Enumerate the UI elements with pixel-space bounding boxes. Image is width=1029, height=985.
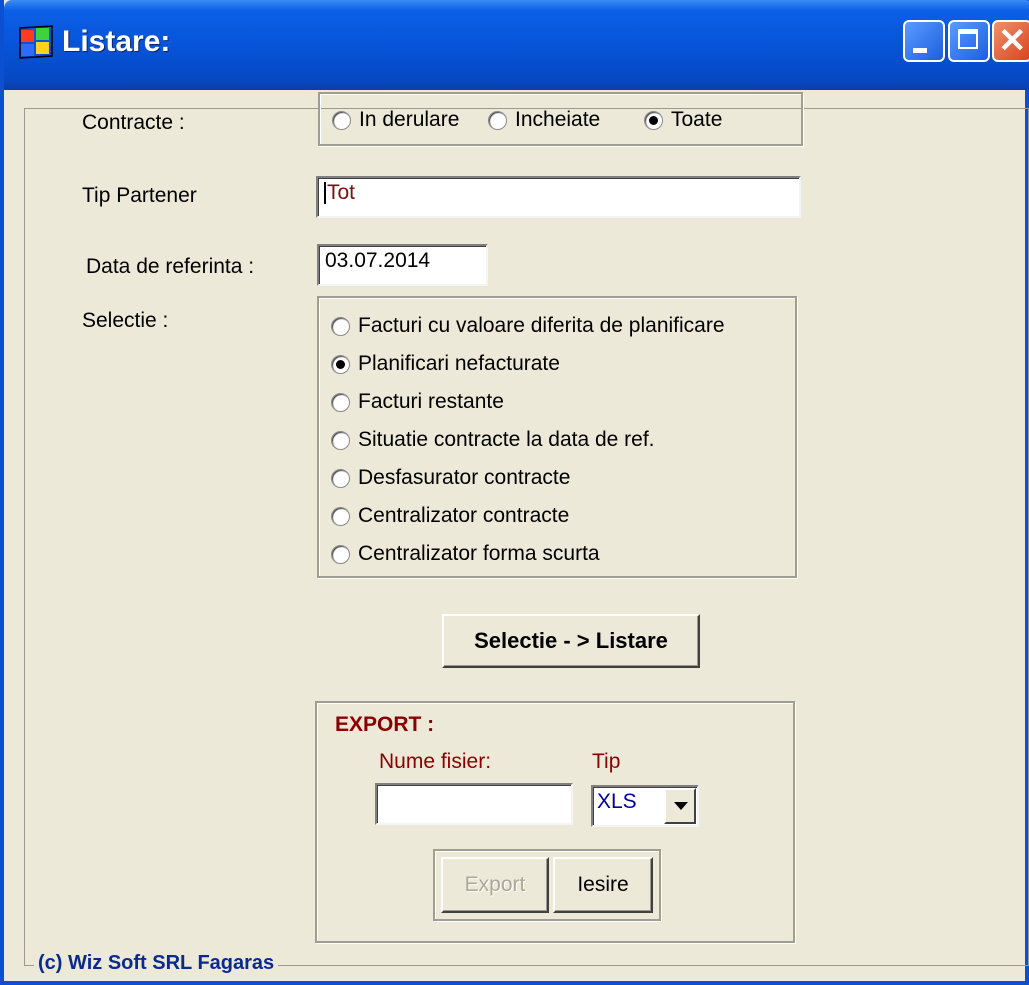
- radio-centralizator-forma-scurta-circle[interactable]: [331, 544, 350, 564]
- radio-in-derulare[interactable]: In derulare: [332, 106, 459, 134]
- radio-desfasurator-contracte[interactable]: Desfasurator contracte: [331, 464, 570, 492]
- radio-facturi-valoare-diferita-label: Facturi cu valoare diferita de planifica…: [358, 314, 725, 337]
- tip-dropdown-value: XLS: [597, 790, 637, 813]
- iesire-button[interactable]: Iesire: [553, 857, 653, 913]
- radio-toate-label: Toate: [671, 108, 723, 131]
- radio-incheiate[interactable]: Incheiate: [488, 106, 600, 134]
- radio-planificari-nefacturate-circle[interactable]: [331, 354, 350, 374]
- tip-partener-input[interactable]: Tot: [316, 176, 801, 218]
- title-bar[interactable]: Listare: ✕: [4, 0, 1029, 90]
- radio-toate[interactable]: Toate: [644, 106, 722, 134]
- contracte-radio-group: In derulare Incheiate Toate: [318, 92, 803, 146]
- radio-desfasurator-contracte-label: Desfasurator contracte: [358, 466, 571, 489]
- data-referinta-input[interactable]: 03.07.2014: [317, 244, 488, 286]
- maximize-button[interactable]: [948, 20, 990, 62]
- tip-dropdown[interactable]: XLS: [591, 785, 699, 827]
- minimize-button[interactable]: [903, 20, 945, 62]
- maximize-icon: [958, 29, 978, 49]
- radio-centralizator-forma-scurta-label: Centralizator forma scurta: [358, 542, 600, 565]
- radio-facturi-restante-circle[interactable]: [331, 392, 350, 412]
- radio-in-derulare-label: In derulare: [359, 108, 460, 131]
- app-icon: [19, 25, 53, 59]
- nume-fisier-label: Nume fisier:: [379, 750, 492, 773]
- close-button[interactable]: ✕: [992, 20, 1029, 62]
- radio-toate-circle[interactable]: [644, 110, 663, 130]
- radio-facturi-valoare-diferita-circle[interactable]: [331, 316, 350, 336]
- text-caret: [324, 182, 326, 205]
- radio-centralizator-contracte[interactable]: Centralizator contracte: [331, 502, 569, 530]
- radio-desfasurator-contracte-circle[interactable]: [331, 468, 350, 488]
- radio-facturi-restante[interactable]: Facturi restante: [331, 388, 504, 416]
- tip-partener-label: Tip Partener: [82, 184, 197, 207]
- export-buttons-frame: Export Iesire: [433, 849, 661, 921]
- radio-centralizator-forma-scurta[interactable]: Centralizator forma scurta: [331, 540, 600, 568]
- radio-facturi-restante-label: Facturi restante: [358, 390, 504, 413]
- close-icon: ✕: [998, 22, 1027, 60]
- export-title: EXPORT :: [335, 713, 435, 736]
- window-title: Listare:: [62, 25, 171, 58]
- radio-situatie-contracte-label: Situatie contracte la data de ref.: [358, 428, 655, 451]
- export-groupbox: EXPORT : Nume fisier: Tip XLS Export Ies…: [315, 701, 795, 943]
- radio-centralizator-contracte-label: Centralizator contracte: [358, 504, 570, 527]
- tip-label: Tip: [592, 750, 621, 773]
- radio-situatie-contracte[interactable]: Situatie contracte la data de ref.: [331, 426, 655, 454]
- nume-fisier-input[interactable]: [375, 783, 573, 825]
- data-referinta-value: 03.07.2014: [325, 249, 431, 272]
- radio-incheiate-label: Incheiate: [515, 108, 601, 131]
- radio-incheiate-circle[interactable]: [488, 110, 507, 130]
- chevron-down-icon[interactable]: [664, 788, 696, 824]
- selectie-label: Selectie :: [82, 309, 169, 332]
- radio-in-derulare-circle[interactable]: [332, 110, 351, 130]
- minimize-icon: [913, 48, 927, 53]
- radio-planificari-nefacturate-label: Planificari nefacturate: [358, 352, 560, 375]
- radio-planificari-nefacturate[interactable]: Planificari nefacturate: [331, 350, 560, 378]
- radio-centralizator-contracte-circle[interactable]: [331, 506, 350, 526]
- radio-situatie-contracte-circle[interactable]: [331, 430, 350, 450]
- tip-partener-value: Tot: [327, 181, 356, 204]
- copyright-footer: (c) Wiz Soft SRL Fagaras: [34, 948, 279, 978]
- selectie-radio-group: Facturi cu valoare diferita de planifica…: [317, 296, 797, 578]
- dialog-window: Listare: ✕ Contracte : In derulare Inche…: [0, 0, 1029, 985]
- contracte-label: Contracte :: [82, 111, 185, 134]
- selectie-listare-button[interactable]: Selectie - > Listare: [442, 614, 700, 668]
- data-referinta-label: Data de referinta :: [86, 255, 255, 278]
- export-button[interactable]: Export: [441, 857, 549, 913]
- radio-facturi-valoare-diferita[interactable]: Facturi cu valoare diferita de planifica…: [331, 312, 725, 340]
